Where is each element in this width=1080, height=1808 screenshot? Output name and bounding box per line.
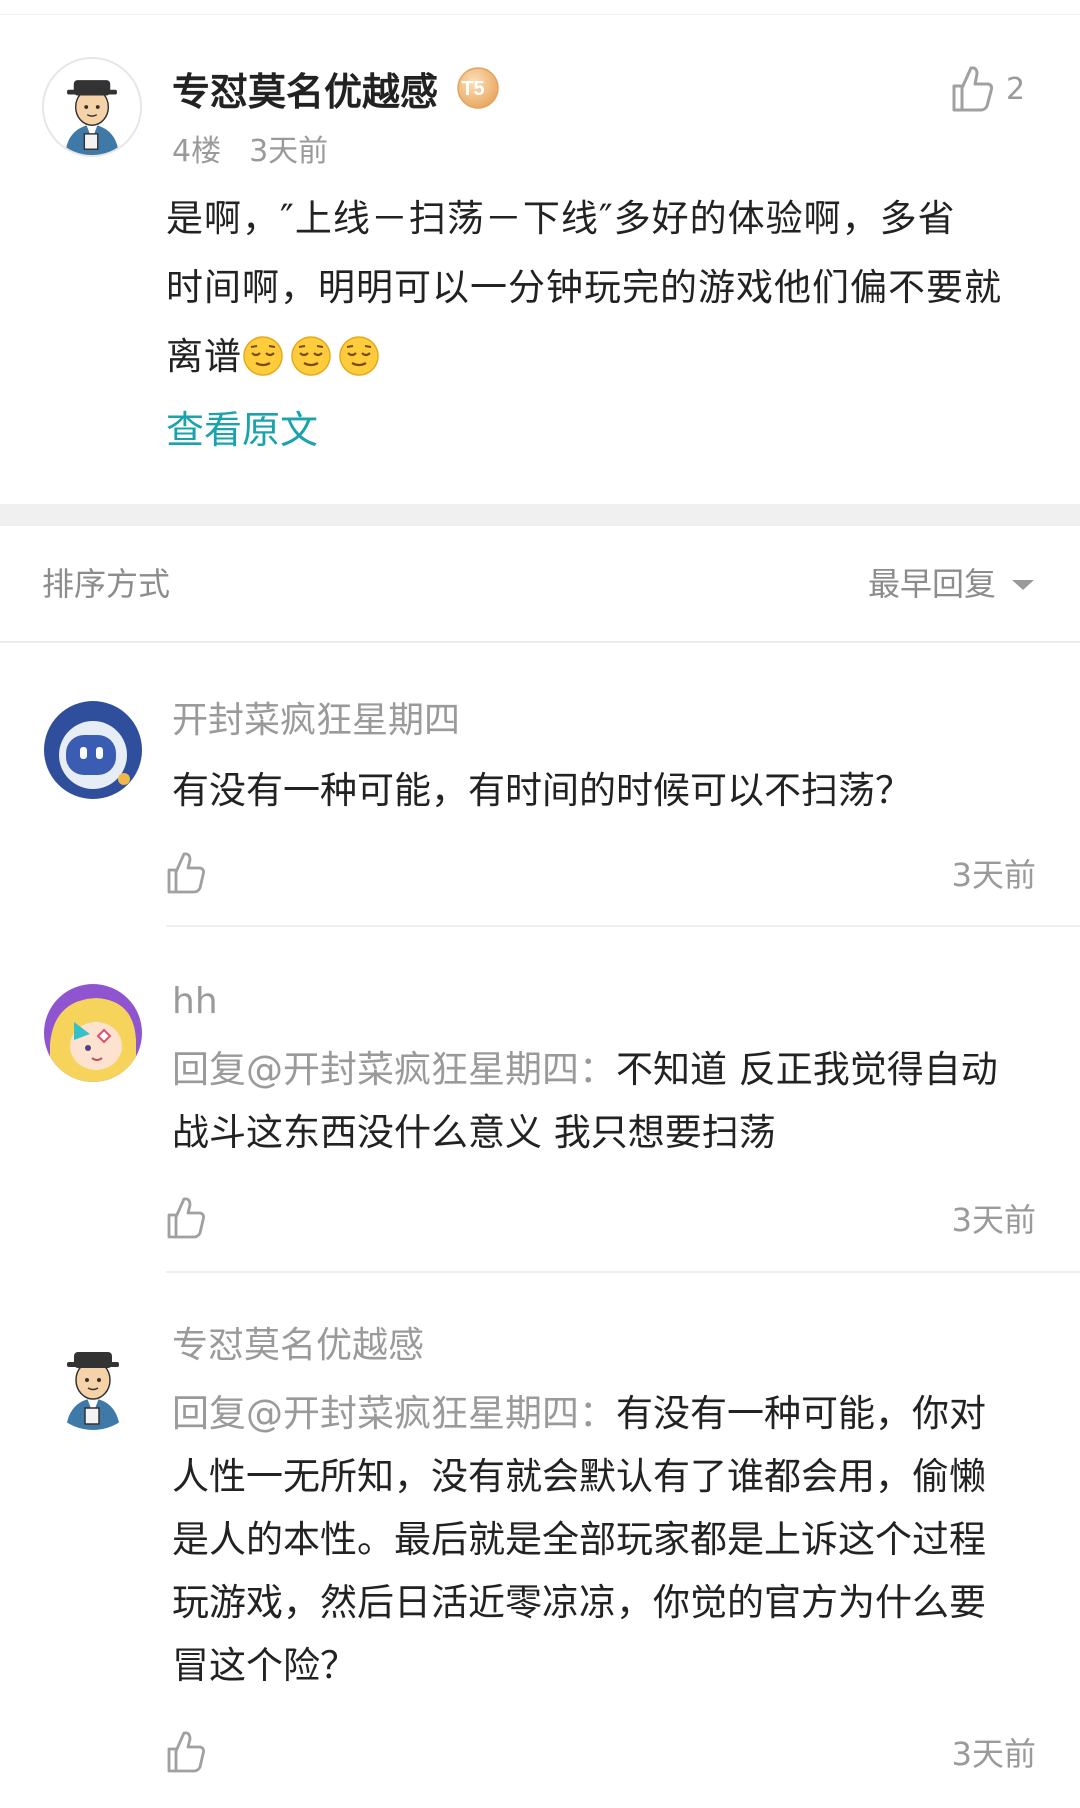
relieved-face-icon	[290, 330, 332, 376]
scholar-avatar-icon	[44, 1332, 142, 1430]
reply-time: 3天前	[951, 1201, 1036, 1239]
like-button[interactable]	[950, 64, 994, 114]
reply-time: 3天前	[951, 856, 1036, 894]
reply-author[interactable]: 开封菜疯狂星期四	[172, 695, 460, 747]
reply-item: hh 回复@开封菜疯狂星期四：不知道 反正我觉得自动 战斗这东西没什么意义 我只…	[0, 928, 1080, 1274]
section-separator	[0, 504, 1080, 526]
anime-character-avatar-icon	[44, 984, 142, 1082]
chevron-down-icon	[1012, 580, 1034, 590]
body-line: 是啊，″上线－扫荡－下线″多好的体验啊，多省	[166, 197, 956, 240]
thumbs-up-icon	[167, 852, 205, 894]
badge-letter: T5	[461, 78, 484, 100]
reply-avatar[interactable]	[44, 701, 142, 799]
thumbs-up-icon	[167, 1197, 205, 1239]
main-comment: 专怼莫名优越感 T5 4楼 3天前 2 是啊，″上线－扫荡－下线″多好的体验啊，多…	[0, 14, 1080, 504]
post-meta: 4楼 3天前	[172, 130, 356, 174]
mention-prefix[interactable]: 回复@开封菜疯狂星期四：	[172, 1048, 616, 1091]
reply-body: 有没有一种可能，有时间的时候可以不扫荡？	[172, 769, 912, 812]
author-name[interactable]: 专怼莫名优越感	[172, 64, 438, 120]
reply-author[interactable]: hh	[172, 976, 218, 1028]
level-badge: T5	[456, 66, 500, 110]
view-original-link[interactable]: 查看原文	[166, 402, 318, 458]
scholar-avatar-icon	[44, 59, 140, 155]
robot-avatar-icon	[44, 701, 142, 799]
reply-like-button[interactable]	[166, 851, 206, 895]
author-avatar[interactable]	[42, 57, 142, 157]
reply-divider	[166, 925, 1080, 927]
mention-prefix[interactable]: 回复@开封菜疯狂星期四：	[172, 1392, 616, 1435]
relieved-face-icon	[242, 330, 284, 376]
sort-bar: 排序方式 最早回复	[0, 526, 1080, 643]
reply-like-button[interactable]	[166, 1730, 206, 1774]
reply-avatar[interactable]	[44, 984, 142, 1082]
sort-value: 最早回复	[867, 565, 996, 603]
floor-number: 4楼	[172, 134, 222, 169]
post-time: 3天前	[249, 134, 329, 169]
body-line-last: 离谱	[166, 322, 1026, 391]
body-line: 时间啊，明明可以一分钟玩完的游戏他们偏不要就	[166, 266, 1002, 309]
reply-item: 专怼莫名优越感 回复@开封菜疯狂星期四：有没有一种可能，你对 人性一无所知，没有…	[0, 1274, 1080, 1808]
sort-dropdown[interactable]: 最早回复	[868, 562, 1034, 606]
reply-like-button[interactable]	[166, 1196, 206, 1240]
relieved-face-icon	[338, 330, 380, 376]
reply-time: 3天前	[951, 1735, 1036, 1773]
reply-body: 回复@开封菜疯狂星期四：有没有一种可能，你对 人性一无所知，没有就会默认有了谁都…	[172, 1392, 986, 1687]
sort-label: 排序方式	[42, 565, 171, 603]
thumbs-up-icon	[167, 1731, 205, 1773]
level-badge-icon: T5	[457, 67, 499, 109]
comment-body: 是啊，″上线－扫荡－下线″多好的体验啊，多省 时间啊，明明可以一分钟玩完的游戏他…	[166, 184, 1026, 391]
reply-item: 开封菜疯狂星期四 有没有一种可能，有时间的时候可以不扫荡？ 3天前	[0, 643, 1080, 928]
reply-body: 回复@开封菜疯狂星期四：不知道 反正我觉得自动 战斗这东西没什么意义 我只想要扫…	[172, 1048, 998, 1154]
thumbs-up-icon	[952, 66, 994, 112]
reply-author[interactable]: 专怼莫名优越感	[172, 1320, 424, 1372]
reply-divider	[166, 1271, 1080, 1273]
like-count: 2	[1006, 72, 1026, 107]
reply-avatar[interactable]	[44, 1332, 142, 1430]
top-divider	[0, 0, 1080, 15]
